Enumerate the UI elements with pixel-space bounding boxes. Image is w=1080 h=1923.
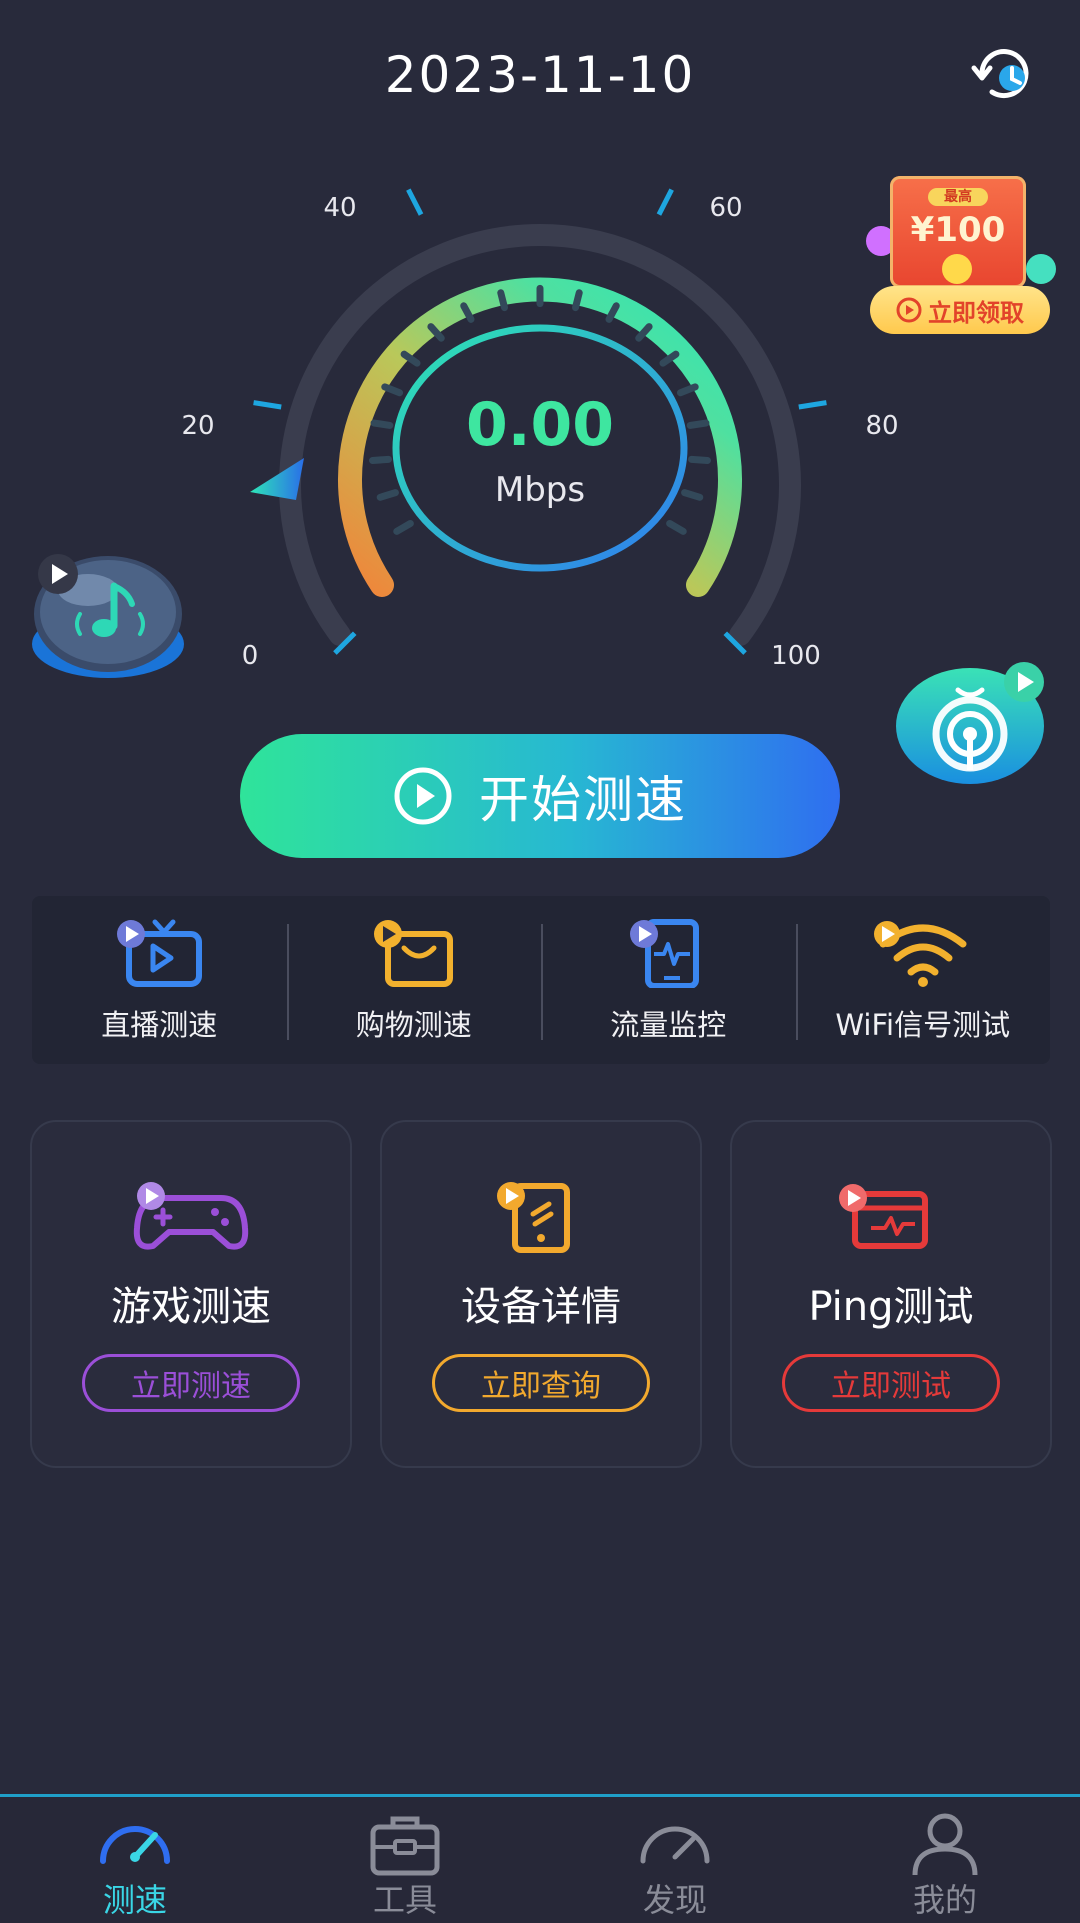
red-packet-promo[interactable]: 最高 ¥100 立即领取 [866, 176, 1058, 336]
gauge-minor-tick [393, 519, 414, 535]
tick-label-40: 40 [323, 193, 357, 223]
card-title: Ping测试 [808, 1284, 974, 1330]
promo-amount: ¥100 [910, 210, 1006, 250]
tick-label-100: 100 [771, 641, 821, 671]
bottom-nav: 测速 工具 发现 我的 [0, 1794, 1080, 1923]
quick-tool-shopping[interactable]: 购物测速 [286, 896, 542, 1064]
quick-tool-label: 购物测速 [355, 1008, 472, 1042]
gauge-major-tick [406, 188, 424, 216]
nav-label: 发现 [642, 1881, 707, 1919]
music-ring-widget[interactable] [28, 552, 188, 682]
nav-tab-tools[interactable]: 工具 [270, 1797, 540, 1923]
nav-label: 测速 [102, 1881, 167, 1919]
promo-badge: 最高 [928, 188, 988, 206]
device-link-icon [497, 1182, 570, 1253]
speedometer-icon [100, 1826, 170, 1864]
tick-label-0: 0 [241, 641, 259, 671]
speed-unit: Mbps [494, 470, 586, 510]
claim-now-label: 立即领取 [928, 298, 1024, 327]
coin-icon [942, 254, 972, 284]
gauge-minor-tick [666, 519, 687, 535]
gauge-major-tick [656, 188, 674, 216]
quick-tool-wifi-signal[interactable]: WiFi信号测试 [795, 896, 1051, 1064]
card-ping-test[interactable]: Ping测试 立即测试 [730, 1120, 1052, 1468]
card-title: 设备详情 [461, 1284, 621, 1330]
gamepad-icon [133, 1182, 249, 1250]
card-device-details[interactable]: 设备详情 立即查询 [380, 1120, 702, 1468]
wifi-icon [873, 921, 967, 987]
discover-gauge-icon [640, 1826, 710, 1864]
quick-tool-label: 直播测速 [101, 1008, 218, 1042]
tv-icon [117, 919, 203, 987]
quick-tool-label: WiFi信号测试 [835, 1008, 1011, 1042]
quick-tool-label: 流量监控 [610, 1008, 727, 1042]
history-icon[interactable] [968, 44, 1040, 106]
quick-tool-traffic-monitor[interactable]: 流量监控 [541, 896, 796, 1064]
gauge-minor-tick [497, 289, 509, 312]
gauge-minor-tick [571, 289, 583, 312]
speed-value: 0.00 [465, 390, 615, 460]
start-speed-test-button[interactable]: 开始测速 [240, 734, 840, 858]
red-packet-icon: 最高 ¥100 [890, 176, 1026, 288]
play-circle-icon [394, 767, 452, 825]
card-game-speed[interactable]: 游戏测速 立即测速 [30, 1120, 352, 1468]
test-now-button[interactable]: 立即测速 [82, 1354, 300, 1412]
nav-label: 我的 [912, 1881, 977, 1919]
quick-tools-row: 直播测速 购物测速 流量监控 WiFi信号测试 [32, 896, 1050, 1064]
user-icon [912, 1813, 978, 1876]
nav-tab-discover[interactable]: 发现 [540, 1797, 810, 1923]
date-label: 2023-11-10 [384, 46, 696, 104]
query-now-button[interactable]: 立即查询 [432, 1354, 650, 1412]
toolbox-icon [370, 1816, 440, 1876]
nav-label: 工具 [372, 1881, 437, 1919]
tick-label-60: 60 [709, 193, 743, 223]
traffic-monitor-icon [630, 919, 700, 988]
nav-tab-mine[interactable]: 我的 [810, 1797, 1080, 1923]
promo-decor-ball [1026, 254, 1056, 284]
start-speed-test-label: 开始测速 [479, 771, 687, 829]
play-circle-icon [896, 297, 922, 323]
quick-tool-live-stream[interactable]: 直播测速 [32, 896, 287, 1064]
claim-now-button[interactable]: 立即领取 [870, 286, 1050, 334]
nav-tab-speed-test[interactable]: 测速 [0, 1797, 270, 1923]
ping-window-icon [839, 1184, 928, 1249]
card-title: 游戏测速 [111, 1284, 271, 1330]
test-now-button[interactable]: 立即测试 [782, 1354, 1000, 1412]
shopping-bag-icon [373, 920, 453, 987]
signal-widget[interactable] [896, 660, 1054, 786]
